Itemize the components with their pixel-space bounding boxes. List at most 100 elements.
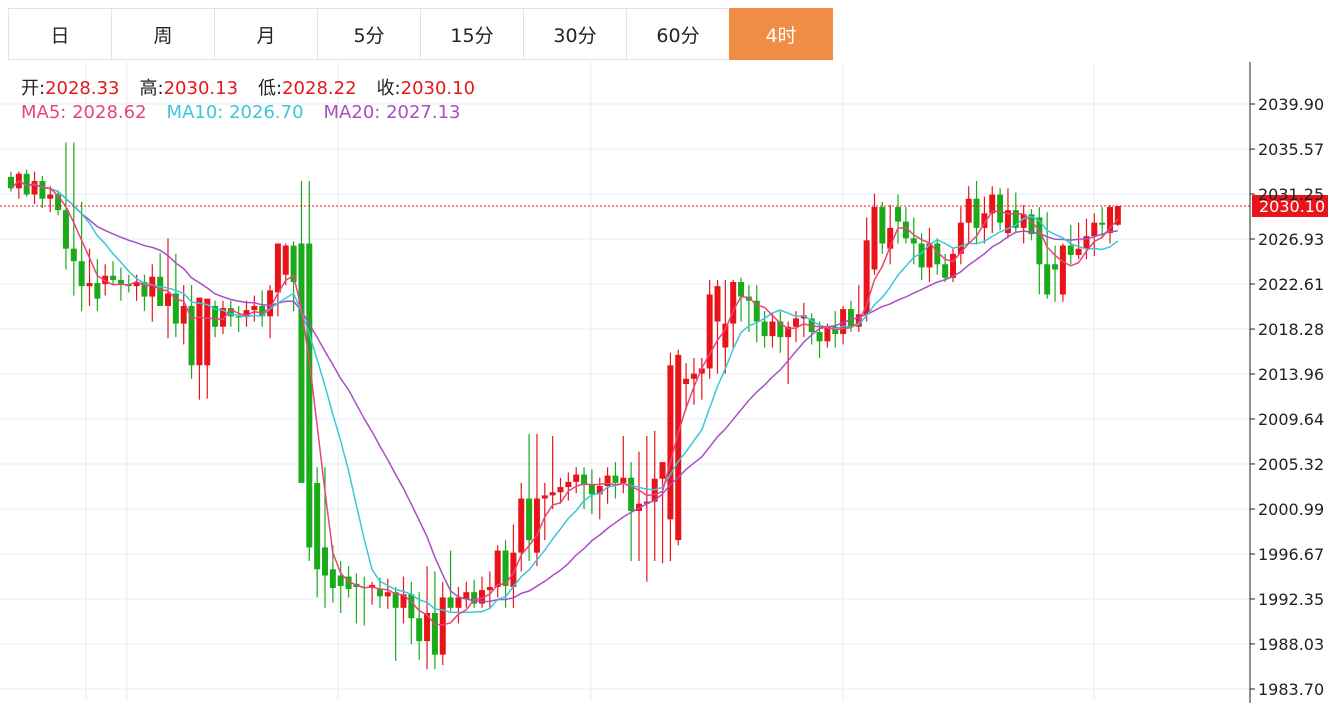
candle [1020, 204, 1027, 244]
candle-body [180, 305, 187, 324]
candle-body [431, 613, 438, 655]
last-price-line: 2030.10 [0, 195, 1328, 218]
candle [463, 581, 470, 608]
candle [541, 482, 548, 541]
candle [392, 586, 399, 661]
candle-body [526, 498, 533, 541]
candle-body [439, 597, 446, 655]
high-label: 高: [139, 78, 164, 99]
candle [612, 462, 619, 499]
candle-body [793, 318, 799, 327]
candle-body [78, 261, 85, 287]
candle [486, 571, 493, 608]
candle-body [573, 474, 580, 482]
candle-body [1044, 264, 1051, 295]
candle-body [722, 323, 729, 348]
y-tick-label: 2018.28 [1258, 320, 1324, 339]
candle-body [329, 569, 336, 589]
candle [39, 175, 46, 209]
open-label: 开: [21, 78, 46, 99]
candle [94, 259, 101, 312]
candle [1107, 204, 1113, 244]
candle [141, 274, 148, 312]
candle [1012, 192, 1019, 234]
candle-body [86, 283, 93, 287]
candle [573, 467, 580, 494]
candle [15, 171, 22, 199]
ma10-line [10, 180, 1119, 614]
candle-body [274, 243, 281, 293]
ma10-label: MA10: [166, 102, 224, 123]
candle [494, 545, 501, 598]
candle-body [494, 550, 501, 587]
candle [887, 204, 894, 265]
candle [439, 581, 446, 666]
candle [1075, 222, 1082, 260]
candle [1044, 212, 1051, 299]
candle [565, 472, 572, 501]
candle [157, 252, 164, 306]
y-tick-label: 2031.25 [1258, 185, 1324, 204]
y-tick-label: 2026.93 [1258, 230, 1324, 249]
candle-body [824, 326, 831, 342]
candle-body [384, 592, 391, 597]
candle-body [620, 477, 627, 483]
candle-body [847, 309, 854, 327]
candle [31, 171, 38, 204]
candle-body [659, 462, 666, 479]
candle [753, 285, 760, 343]
ohlc-readout: 开:2028.33 高:2030.13 低:2028.22 收:2030.10 [21, 74, 475, 100]
candle-body [94, 283, 101, 299]
candle-body [314, 482, 321, 570]
candle [369, 581, 376, 605]
candle-body [110, 275, 117, 280]
candle-body [675, 354, 682, 541]
candle-body [204, 298, 211, 366]
candle [989, 186, 996, 234]
candle-body [1107, 207, 1113, 234]
y-tick-label: 2039.90 [1258, 95, 1324, 114]
low-value: 2028.22 [282, 78, 357, 99]
candle-body [910, 238, 917, 244]
candle [78, 201, 85, 312]
low-label: 低: [258, 78, 283, 99]
candle-body [455, 597, 462, 608]
candle [675, 349, 682, 546]
open-value: 2028.33 [45, 78, 120, 99]
y-tick-label: 2000.99 [1258, 500, 1324, 519]
candle-body [157, 276, 164, 306]
candle-body [62, 210, 69, 249]
close-value: 2030.10 [400, 78, 476, 99]
candle [172, 253, 179, 338]
candle-body [165, 293, 171, 306]
candles [8, 142, 1121, 670]
y-tick-label: 2035.57 [1258, 140, 1324, 159]
candle [314, 467, 321, 598]
candle-body [408, 594, 415, 619]
candle-body [973, 198, 980, 228]
candle-body [1099, 222, 1106, 225]
candle-body [761, 321, 768, 337]
candle-body [1091, 222, 1098, 237]
candle-body [70, 248, 77, 262]
candle [361, 576, 368, 626]
candle-body [738, 281, 745, 297]
candle [23, 169, 30, 197]
y-tick-label: 2005.32 [1258, 455, 1324, 474]
candle [431, 571, 438, 670]
candle-body [1067, 245, 1074, 255]
candle-body [447, 597, 454, 608]
candle [235, 305, 242, 332]
candle-body [298, 243, 305, 483]
candle-body [117, 279, 124, 285]
candle-body [942, 264, 949, 278]
candle-body [588, 484, 595, 495]
candle-body [486, 586, 493, 591]
ma5-value: 2028.62 [72, 102, 147, 123]
y-tick-label: 1983.70 [1258, 680, 1324, 699]
candle [965, 186, 972, 244]
candle [1091, 213, 1098, 256]
candle-body [1059, 245, 1066, 295]
candle-body [628, 477, 635, 512]
candle [259, 290, 266, 327]
